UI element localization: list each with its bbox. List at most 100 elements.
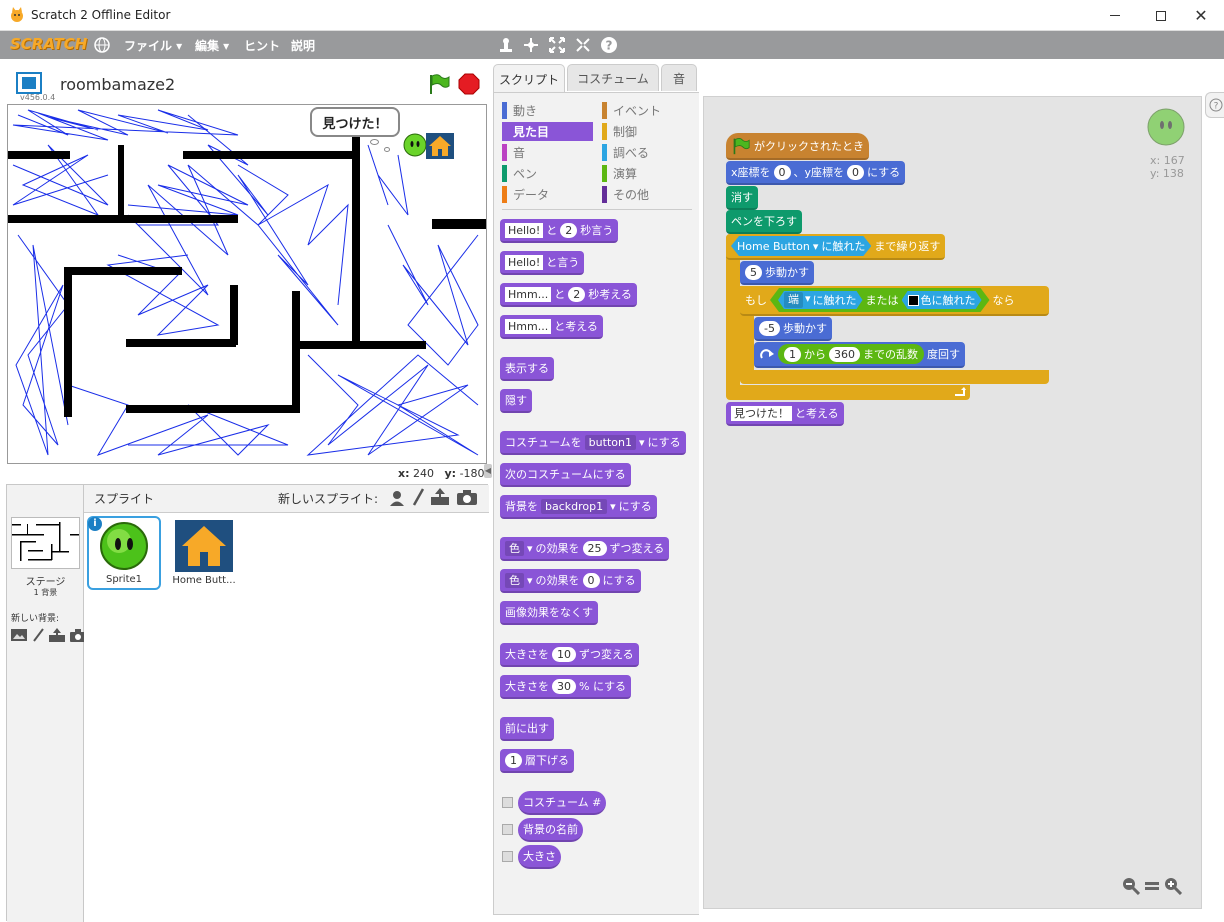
category-events[interactable]: イベント [602, 101, 692, 120]
project-name[interactable]: roombamaze2 [60, 75, 175, 94]
new-sprite-label: 新しいスプライト: [278, 492, 379, 506]
palette-divider [502, 209, 692, 210]
checkbox-costume-number[interactable] [502, 797, 513, 808]
duplicate-tool-icon[interactable] [497, 36, 515, 54]
edit-menu[interactable]: 編集 ▾ [195, 37, 229, 54]
if-bottom [740, 370, 1049, 384]
shrink-tool-icon[interactable] [574, 36, 592, 54]
sprites-title: スプライト [94, 492, 155, 506]
block-move-steps[interactable]: 5 歩動かす [740, 261, 814, 285]
block-when-flag-clicked[interactable]: がクリックされたとき [726, 133, 869, 160]
block-repeat-until[interactable]: Home Button ▾ に触れた まで繰り返す [726, 234, 946, 260]
block-set-effect[interactable]: 色 ▾ の効果を 0 にする [500, 569, 641, 593]
category-sensing[interactable]: 調べる [602, 143, 692, 162]
block-hide[interactable]: 隠す [500, 389, 532, 413]
backdrop-library-icon[interactable] [11, 629, 27, 641]
globe-icon[interactable] [94, 37, 110, 53]
block-switch-costume[interactable]: コスチュームを button1 ▾ にする [500, 431, 686, 455]
category-data[interactable]: データ [502, 185, 592, 204]
collapse-stage-arrow[interactable]: ◀ [484, 464, 492, 478]
block-say-secs[interactable]: Hello! と 2 秒言う [500, 219, 619, 243]
stop-sign-icon[interactable] [458, 73, 480, 95]
think-bubble-dot [384, 147, 390, 152]
block-go-to-xy[interactable]: x座標を 0 、y座標を 0 にする [726, 161, 906, 185]
category-control[interactable]: 制御 [602, 122, 692, 141]
block-pen-down[interactable]: ペンを下ろす [726, 210, 802, 234]
y-value: -180 [459, 467, 485, 480]
close-button[interactable]: ✕ [1178, 0, 1224, 31]
block-set-size[interactable]: 大きさを 30% にする [500, 675, 632, 699]
upload-backdrop-icon[interactable] [49, 628, 65, 642]
sprite-library-icon[interactable] [388, 489, 406, 507]
sprite-thumb-home-button[interactable]: Home Butt... [169, 516, 239, 590]
reporter-backdrop-name[interactable]: 背景の名前 [518, 818, 583, 842]
zoom-reset-icon[interactable] [1144, 879, 1160, 893]
stage-canvas[interactable]: 見つけた！ [7, 104, 487, 464]
sprite-thumb-sprite1[interactable]: i Sprite1 [87, 516, 161, 590]
block-go-back[interactable]: 1 層下げる [500, 749, 574, 773]
checkbox-size[interactable] [502, 851, 513, 862]
paint-brush-icon[interactable] [32, 628, 44, 642]
block-turn-random[interactable]: 1 から 360 までの乱数 度回す [754, 342, 965, 368]
camera-sprite-icon[interactable] [457, 490, 477, 505]
green-flag-icon[interactable] [428, 73, 450, 95]
block-switch-backdrop[interactable]: 背景を backdrop1 ▾ にする [500, 495, 657, 519]
zoom-out-icon[interactable] [1122, 877, 1140, 895]
stage-thumbnail[interactable] [11, 517, 80, 569]
block-move-steps-negative[interactable]: -5 歩動かす [754, 317, 832, 341]
block-clear[interactable]: 消す [726, 186, 758, 210]
reporter-size[interactable]: 大きさ [518, 845, 561, 869]
mouse-coordinates: x: 240 y: -180 [398, 467, 485, 480]
help-tab[interactable]: ? [1205, 92, 1224, 118]
help-tool-icon[interactable]: ? [600, 36, 618, 54]
sprite-y: y: 138 [1150, 167, 1184, 180]
category-operators[interactable]: 演算 [602, 164, 692, 183]
tab-sounds[interactable]: 音 [661, 64, 697, 91]
category-sound[interactable]: 音 [502, 143, 592, 162]
category-looks[interactable]: 見た目 [502, 122, 593, 141]
block-change-effect[interactable]: 色 ▾ の効果を 25 ずつ変える [500, 537, 670, 561]
sprite1-on-stage[interactable] [403, 133, 427, 157]
about-menu[interactable]: 説明 [291, 37, 315, 54]
home-button-image [175, 520, 233, 572]
scripts-area[interactable]: がクリックされたとき x座標を 0 、y座標を 0 にする 消す ペンを下ろす Home… [703, 96, 1202, 909]
minimize-button[interactable] [1092, 0, 1138, 31]
stage-panel: roombamaze2 v456.0.4 見つけた！ x: 240 y: -18… [6, 64, 492, 484]
file-menu[interactable]: ファイル ▾ [124, 37, 182, 54]
color-swatch[interactable] [908, 295, 919, 306]
tips-menu[interactable]: ヒント [244, 37, 280, 54]
home-button-name: Home Butt... [172, 575, 236, 586]
block-say[interactable]: Hello! と言う [500, 251, 585, 275]
info-icon[interactable]: i [88, 517, 102, 531]
stage-header: roombamaze2 v456.0.4 [6, 64, 488, 104]
reporter-costume-number[interactable]: コスチューム # [518, 791, 607, 815]
tab-costumes[interactable]: コスチューム [567, 64, 659, 91]
upload-sprite-icon[interactable] [431, 488, 449, 506]
block-think-secs[interactable]: Hmm... と 2 秒考える [500, 283, 637, 307]
zoom-in-icon[interactable] [1164, 877, 1182, 895]
green-flag-icon [733, 137, 750, 154]
sprite-x: x: 167 [1150, 154, 1185, 167]
menubar: SCRATCH ファイル ▾ 編集 ▾ ヒント 説明 ? [0, 31, 1224, 59]
block-show[interactable]: 表示する [500, 357, 554, 381]
category-more[interactable]: その他 [602, 185, 692, 204]
category-motion[interactable]: 動き [502, 101, 592, 120]
block-think-final[interactable]: 見つけた！ と考える [726, 402, 844, 426]
scratch-logo[interactable]: SCRATCH [10, 35, 87, 53]
block-go-front[interactable]: 前に出す [500, 717, 554, 741]
home-button-on-stage[interactable] [426, 133, 454, 159]
block-think[interactable]: Hmm... と考える [500, 315, 603, 339]
block-change-size[interactable]: 大きさを 10 ずつ変える [500, 643, 639, 667]
block-if[interactable]: もし 端 ▾ に触れた または 色に触れた なら [740, 286, 1049, 316]
block-clear-effects[interactable]: 画像効果をなくす [500, 601, 598, 625]
paint-new-sprite-icon[interactable] [412, 488, 424, 506]
checkbox-backdrop-name[interactable] [502, 824, 513, 835]
grow-tool-icon[interactable] [548, 36, 566, 54]
help-icon: ? [1209, 98, 1223, 112]
x-label: x: [398, 467, 410, 480]
category-pen[interactable]: ペン [502, 164, 592, 183]
delete-tool-icon[interactable] [522, 36, 540, 54]
tab-scripts[interactable]: スクリプト [493, 64, 565, 93]
block-next-costume[interactable]: 次のコスチュームにする [500, 463, 631, 487]
fullscreen-icon[interactable] [16, 72, 42, 94]
